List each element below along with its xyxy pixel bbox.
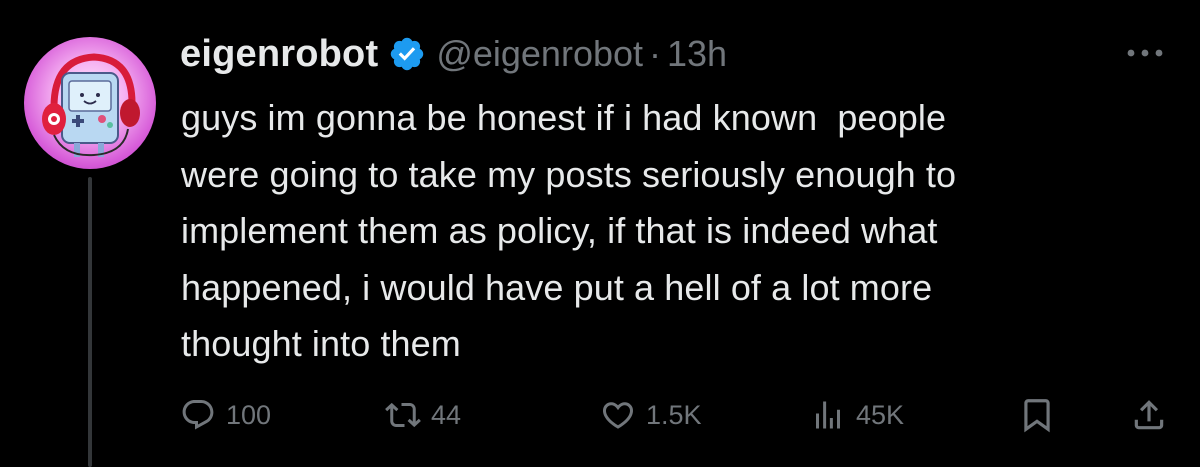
analytics-icon	[810, 397, 846, 433]
views-count: 45K	[856, 399, 905, 430]
heart-icon	[600, 397, 636, 433]
more-horizontal-icon[interactable]	[1120, 35, 1170, 71]
repost-icon	[385, 397, 421, 433]
bookmark-button[interactable]	[1018, 390, 1056, 440]
tweet-text: guys im gonna be honest if i had known p…	[181, 97, 957, 364]
separator-dot: ·	[649, 33, 662, 74]
action-bar: 100 44 1.5K 45K	[180, 390, 1170, 440]
repost-button[interactable]: 44	[385, 390, 461, 440]
views-button[interactable]: 45K	[810, 390, 904, 440]
tweet[interactable]: eigenrobot @eigenrobot · 13h guys im gon…	[0, 0, 1200, 467]
reply-icon	[180, 397, 216, 433]
like-button[interactable]: 1.5K	[600, 390, 702, 440]
timestamp[interactable]: 13h	[667, 33, 727, 75]
display-name[interactable]: eigenrobot	[180, 33, 378, 76]
thread-line	[88, 177, 92, 467]
share-icon	[1130, 396, 1168, 434]
like-count: 1.5K	[646, 399, 702, 430]
tweet-header: eigenrobot @eigenrobot · 13h	[180, 28, 727, 80]
share-button[interactable]	[1130, 390, 1168, 440]
verified-badge-icon[interactable]	[388, 35, 426, 73]
avatar[interactable]	[24, 37, 156, 169]
user-handle[interactable]: @eigenrobot	[436, 33, 643, 75]
repost-count: 44	[431, 399, 462, 430]
reply-count: 100	[226, 399, 272, 430]
bookmark-icon	[1018, 396, 1056, 434]
reply-button[interactable]: 100	[180, 390, 271, 440]
